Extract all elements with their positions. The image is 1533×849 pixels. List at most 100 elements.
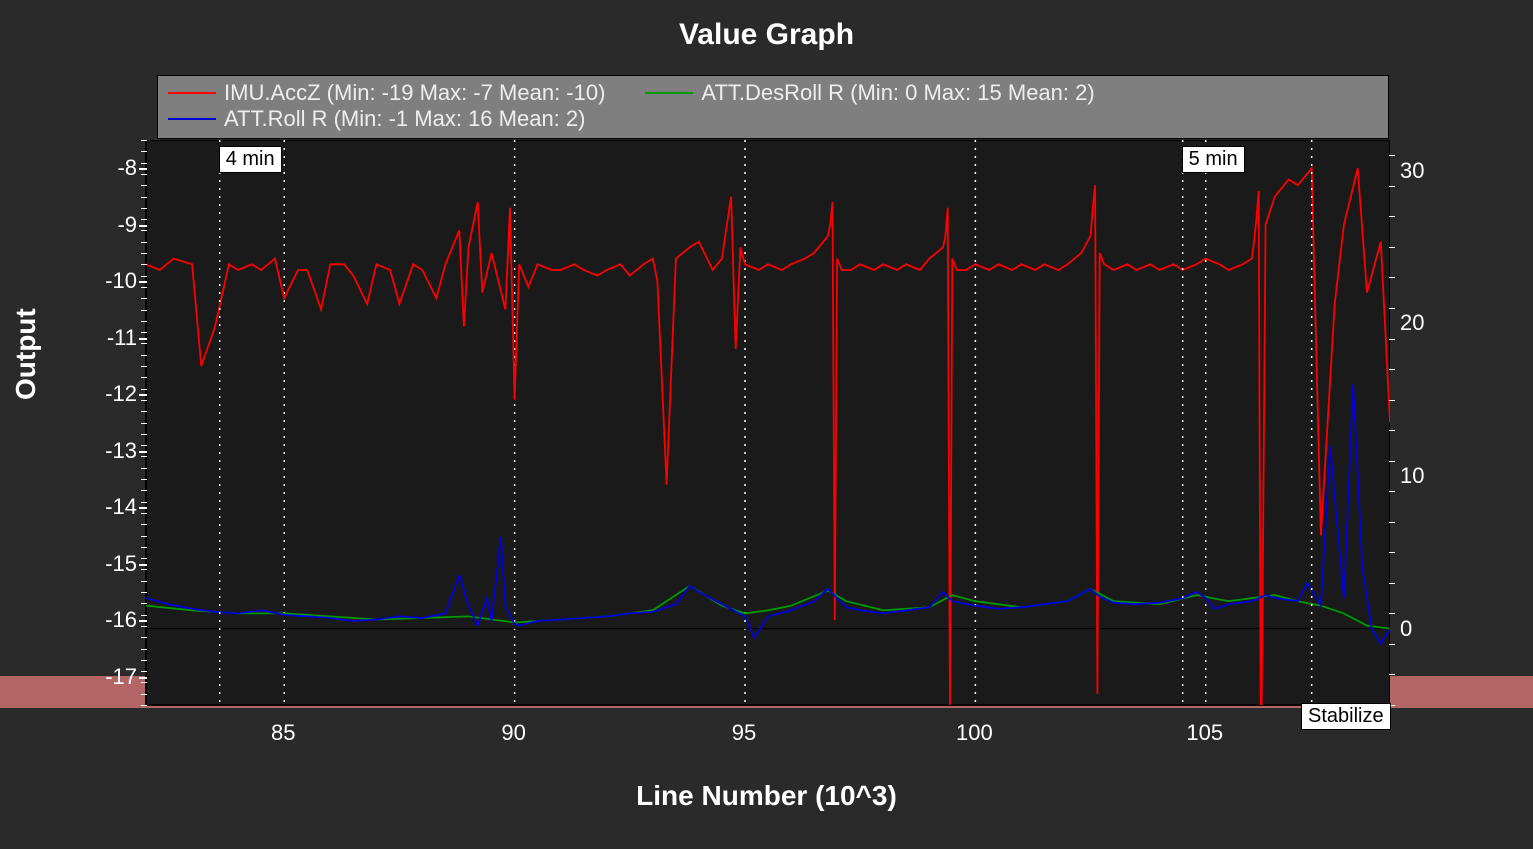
ytick-minor: [141, 660, 147, 661]
ytick-minor: [141, 694, 147, 695]
ytick-minor: [141, 490, 147, 491]
legend-label: ATT.Roll R (Min: -1 Max: 16 Mean: 2): [224, 106, 585, 132]
ytick-mark: [139, 677, 147, 679]
ytick-left: -11: [77, 325, 137, 351]
ytick-right-minor: [1389, 369, 1395, 370]
ytick-right-minor: [1389, 400, 1395, 401]
x-axis-label: Line Number (10^3): [0, 780, 1533, 812]
ytick-right-minor: [1389, 155, 1395, 156]
ytick-left: -9: [77, 212, 137, 238]
legend-row-2: ATT.Roll R (Min: -1 Max: 16 Mean: 2): [168, 106, 1378, 132]
ytick-left: -13: [77, 438, 137, 464]
ytick-minor: [141, 389, 147, 390]
ytick-right-minor: [1389, 461, 1395, 462]
ytick-minor: [141, 287, 147, 288]
plot-area[interactable]: [145, 140, 1390, 706]
ytick-right-minor: [1389, 644, 1395, 645]
ytick-minor: [141, 151, 147, 152]
ytick-minor: [141, 264, 147, 265]
ytick-minor: [141, 140, 147, 141]
ytick-minor: [141, 321, 147, 322]
ytick-minor: [141, 332, 147, 333]
ytick-minor: [141, 230, 147, 231]
ytick-minor: [141, 682, 147, 683]
ytick-right-minor: [1389, 613, 1395, 614]
legend-swatch-blue: [168, 118, 216, 120]
ytick-minor: [141, 276, 147, 277]
ytick-minor: [141, 377, 147, 378]
ytick-left: -16: [77, 607, 137, 633]
chart-title: Value Graph: [0, 18, 1533, 52]
ytick-minor: [141, 536, 147, 537]
ytick-right: 10: [1400, 463, 1424, 489]
ytick-right-minor: [1389, 277, 1395, 278]
ytick-minor: [141, 547, 147, 548]
ytick-minor: [141, 592, 147, 593]
xtick: 95: [714, 720, 774, 746]
legend-item-roll[interactable]: ATT.Roll R (Min: -1 Max: 16 Mean: 2): [168, 106, 585, 132]
ytick-right-minor: [1389, 339, 1395, 340]
ytick-mark: [139, 451, 147, 453]
ytick-right-minor: [1389, 308, 1395, 309]
ytick-mark: [139, 620, 147, 622]
legend-item-accz[interactable]: IMU.AccZ (Min: -19 Max: -7 Mean: -10): [168, 80, 605, 106]
ytick-minor: [141, 197, 147, 198]
ytick-minor: [141, 581, 147, 582]
xtick: 100: [944, 720, 1004, 746]
ytick-mark: [139, 281, 147, 283]
ytick-mark: [139, 507, 147, 509]
ytick-minor: [141, 502, 147, 503]
ytick-minor: [141, 400, 147, 401]
ytick-minor: [141, 671, 147, 672]
time-marker: 5 min: [1182, 146, 1245, 173]
legend-row-1: IMU.AccZ (Min: -19 Max: -7 Mean: -10) AT…: [168, 80, 1378, 106]
ytick-right-minor: [1389, 583, 1395, 584]
ytick-left: -14: [77, 494, 137, 520]
ytick-left: -8: [77, 155, 137, 181]
ytick-minor: [141, 569, 147, 570]
ytick-minor: [141, 298, 147, 299]
ytick-right-minor: [1389, 186, 1395, 187]
ytick-minor: [141, 355, 147, 356]
ytick-left: -10: [77, 268, 137, 294]
ytick-left: -17: [77, 664, 137, 690]
ytick-minor: [141, 479, 147, 480]
ytick-right: 0: [1400, 616, 1412, 642]
ytick-right-minor: [1389, 430, 1395, 431]
xtick: 105: [1175, 720, 1235, 746]
ytick-right-minor: [1389, 491, 1395, 492]
ytick-right-minor: [1389, 247, 1395, 248]
mode-label: Stabilize: [1301, 703, 1391, 730]
ytick-mark: [139, 564, 147, 566]
ytick-minor: [141, 434, 147, 435]
ytick-minor: [141, 615, 147, 616]
legend-swatch-red: [168, 92, 216, 94]
ytick-minor: [141, 524, 147, 525]
ytick-mark: [139, 338, 147, 340]
ytick-left: -15: [77, 551, 137, 577]
ytick-minor: [141, 423, 147, 424]
legend-label: ATT.DesRoll R (Min: 0 Max: 15 Mean: 2): [701, 80, 1094, 106]
xtick: 90: [484, 720, 544, 746]
ytick-right: 30: [1400, 158, 1424, 184]
plot-svg: [146, 140, 1390, 705]
ytick-minor: [141, 219, 147, 220]
ytick-minor: [141, 174, 147, 175]
ytick-left: -12: [77, 381, 137, 407]
ytick-mark: [139, 225, 147, 227]
ytick-mark: [139, 394, 147, 396]
ytick-minor: [141, 185, 147, 186]
ytick-minor: [141, 468, 147, 469]
legend-item-desroll[interactable]: ATT.DesRoll R (Min: 0 Max: 15 Mean: 2): [645, 80, 1094, 106]
ytick-minor: [141, 456, 147, 457]
ytick-minor: [141, 366, 147, 367]
ytick-minor: [141, 649, 147, 650]
ytick-minor: [141, 163, 147, 164]
chart-legend: IMU.AccZ (Min: -19 Max: -7 Mean: -10) AT…: [157, 75, 1389, 139]
ytick-minor: [141, 705, 147, 706]
ytick-minor: [141, 310, 147, 311]
legend-label: IMU.AccZ (Min: -19 Max: -7 Mean: -10): [224, 80, 605, 106]
ytick-minor: [141, 637, 147, 638]
ytick-minor: [141, 626, 147, 627]
ytick-right-minor: [1389, 522, 1395, 523]
